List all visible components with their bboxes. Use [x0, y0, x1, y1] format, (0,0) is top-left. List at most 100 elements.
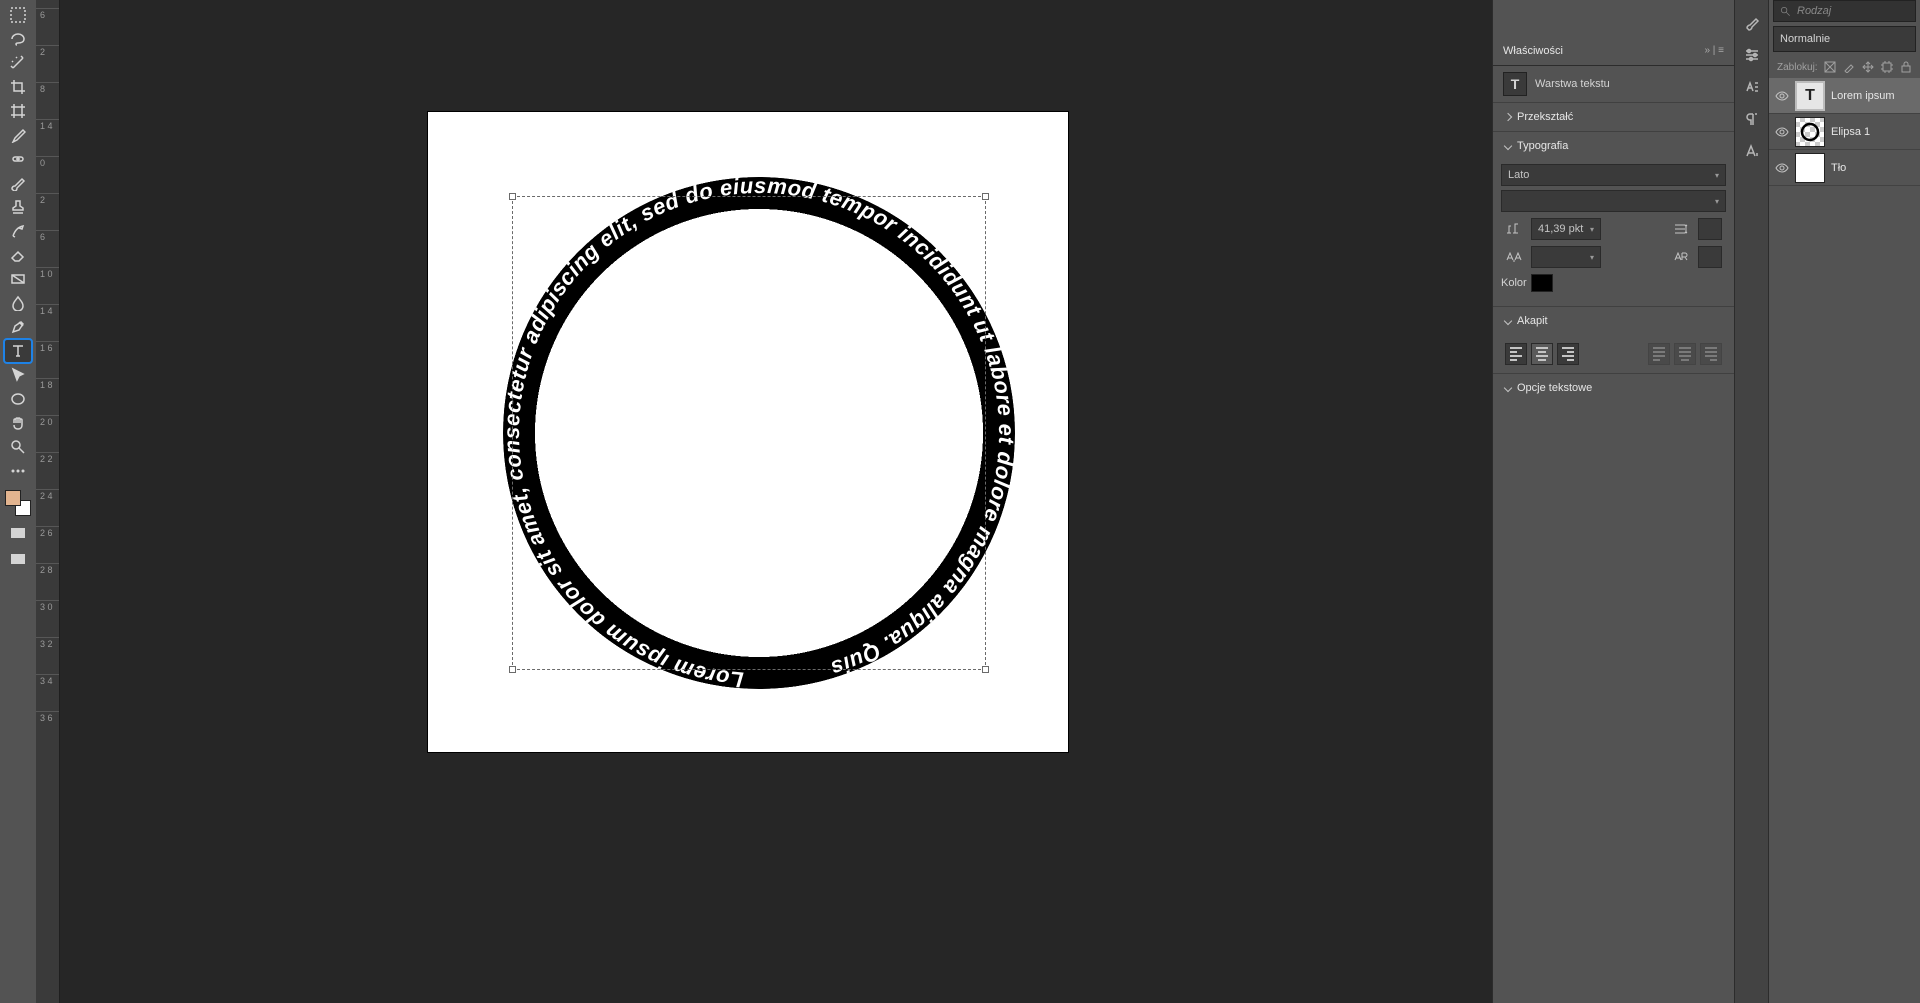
font-family-combo[interactable]: Lato▾: [1501, 164, 1726, 186]
chevron-right-icon: [1504, 113, 1512, 121]
hand-icon[interactable]: [5, 412, 31, 434]
color-label: Kolor: [1501, 277, 1527, 289]
paragraph-body: [1493, 335, 1734, 373]
brush-icon[interactable]: [5, 172, 31, 194]
path-select-icon[interactable]: [5, 364, 31, 386]
vertical-ruler: 6281 40261 01 41 61 82 02 22 42 62 83 03…: [36, 0, 60, 1003]
lasso-icon[interactable]: [5, 28, 31, 50]
paragraph-section[interactable]: Akapit: [1493, 306, 1734, 335]
blur-icon[interactable]: [5, 292, 31, 314]
typography-section[interactable]: Typografia: [1493, 131, 1734, 160]
glyphs-panel-icon[interactable]: [1743, 78, 1761, 96]
kerning-icon: [1672, 250, 1690, 264]
chevron-down-icon: [1504, 384, 1512, 392]
color-swatches[interactable]: [5, 490, 31, 516]
canvas-area[interactable]: Lorem ipsum dolor sit amet, consectetur …: [60, 0, 1492, 1003]
text-color-swatch[interactable]: [1531, 274, 1553, 292]
eraser-icon[interactable]: [5, 244, 31, 266]
fg-swatch[interactable]: [5, 490, 21, 506]
transform-section[interactable]: Przekształć: [1493, 102, 1734, 131]
layer-search[interactable]: Rodzaj: [1773, 0, 1916, 22]
text-options-section[interactable]: Opcje tekstowe: [1493, 373, 1734, 402]
frame-icon[interactable]: [5, 100, 31, 122]
ellipse-icon[interactable]: [5, 388, 31, 410]
gradient-icon[interactable]: [5, 268, 31, 290]
layer-type-label: Warstwa tekstu: [1535, 78, 1610, 90]
svg-text:Lorem ipsum dolor sit amet, co: Lorem ipsum dolor sit amet, consectetur …: [503, 177, 1015, 689]
layer-name: Tło: [1831, 162, 1846, 174]
justify-left-button[interactable]: [1648, 343, 1670, 365]
quickmask-icon[interactable]: [5, 524, 31, 542]
justify-group: [1644, 339, 1726, 369]
properties-title: Właściwości: [1503, 45, 1563, 57]
lock-all-icon[interactable]: [1899, 60, 1912, 74]
lock-brush-icon[interactable]: [1842, 60, 1855, 74]
chevron-down-icon: [1504, 142, 1512, 150]
chevron-down-icon: [1504, 317, 1512, 325]
font-size-combo[interactable]: 41,39 pkt▾: [1531, 218, 1601, 240]
justify-center-button[interactable]: [1674, 343, 1696, 365]
text-color-row: Kolor: [1501, 274, 1720, 292]
leading-icon: [1672, 222, 1690, 236]
collapse-icon[interactable]: » | ≡: [1704, 45, 1724, 56]
history-brush-icon[interactable]: [5, 220, 31, 242]
layer-row[interactable]: TLorem ipsum: [1769, 78, 1920, 114]
properties-panel: Właściwości » | ≡ T Warstwa tekstu Przek…: [1492, 0, 1734, 1003]
fontsize-icon: [1505, 222, 1523, 236]
layer-thumbnail[interactable]: T: [1795, 81, 1825, 111]
paragraph-label: Akapit: [1517, 315, 1548, 327]
marquee-icon[interactable]: [5, 4, 31, 26]
layer-thumbnail[interactable]: [1795, 117, 1825, 147]
text-on-path-object[interactable]: Lorem ipsum dolor sit amet, consectetur …: [503, 177, 1015, 689]
typography-label: Typografia: [1517, 140, 1568, 152]
paragraph-panel-icon[interactable]: [1743, 110, 1761, 128]
font-style-combo[interactable]: ▾: [1501, 190, 1726, 212]
justify-right-button[interactable]: [1700, 343, 1722, 365]
heal-icon[interactable]: [5, 148, 31, 170]
layer-list: TLorem ipsumElipsa 1 Tło: [1769, 78, 1920, 186]
layers-panel: Rodzaj Normalnie Zablokuj: TLorem ipsumE…: [1768, 0, 1920, 1003]
tracking-combo[interactable]: ▾: [1531, 246, 1601, 268]
lock-artboard-icon[interactable]: [1880, 60, 1893, 74]
wand-icon[interactable]: [5, 52, 31, 74]
adjustments-panel-icon[interactable]: [1743, 46, 1761, 64]
lock-pixels-icon[interactable]: [1824, 60, 1837, 74]
more-tools-icon[interactable]: [5, 460, 31, 482]
visibility-eye-icon[interactable]: [1775, 161, 1789, 175]
visibility-eye-icon[interactable]: [1775, 89, 1789, 103]
character-panel-icon[interactable]: [1743, 142, 1761, 160]
layer-thumbnail[interactable]: [1795, 153, 1825, 183]
blend-mode-combo[interactable]: Normalnie: [1773, 26, 1916, 52]
align-right-button[interactable]: [1557, 343, 1579, 365]
stamp-icon[interactable]: [5, 196, 31, 218]
zoom-icon[interactable]: [5, 436, 31, 458]
typography-body: Lato▾ ▾ 41,39 pkt▾ ▾ Kolor: [1493, 160, 1734, 306]
align-center-button[interactable]: [1531, 343, 1553, 365]
tracking-icon: [1505, 250, 1523, 264]
layer-row[interactable]: Tło: [1769, 150, 1920, 186]
search-placeholder: Rodzaj: [1797, 5, 1831, 17]
kerning-combo[interactable]: [1698, 246, 1722, 268]
brush-panel-icon[interactable]: [1743, 14, 1761, 32]
screenmode-icon[interactable]: [5, 550, 31, 568]
leading-combo[interactable]: [1698, 218, 1722, 240]
text-path-svg: Lorem ipsum dolor sit amet, consectetur …: [503, 177, 1015, 689]
transform-label: Przekształć: [1517, 111, 1573, 123]
text-options-label: Opcje tekstowe: [1517, 382, 1592, 394]
type-icon[interactable]: [5, 340, 31, 362]
tools-panel: [0, 0, 36, 1003]
pen-icon[interactable]: [5, 316, 31, 338]
lock-label: Zablokuj:: [1777, 62, 1818, 73]
app-root: 6281 40261 01 41 61 82 02 22 42 62 83 03…: [0, 0, 1920, 1003]
lock-move-icon[interactable]: [1861, 60, 1874, 74]
properties-header[interactable]: Właściwości » | ≡: [1493, 36, 1734, 66]
eyedropper-icon[interactable]: [5, 124, 31, 146]
layer-row[interactable]: Elipsa 1: [1769, 114, 1920, 150]
crop-icon[interactable]: [5, 76, 31, 98]
layer-type-row: T Warstwa tekstu: [1493, 66, 1734, 102]
align-left-button[interactable]: [1505, 343, 1527, 365]
tab-icon-column: [1734, 0, 1768, 1003]
document: Lorem ipsum dolor sit amet, consectetur …: [428, 112, 1068, 752]
visibility-eye-icon[interactable]: [1775, 125, 1789, 139]
lock-row: Zablokuj:: [1769, 56, 1920, 78]
